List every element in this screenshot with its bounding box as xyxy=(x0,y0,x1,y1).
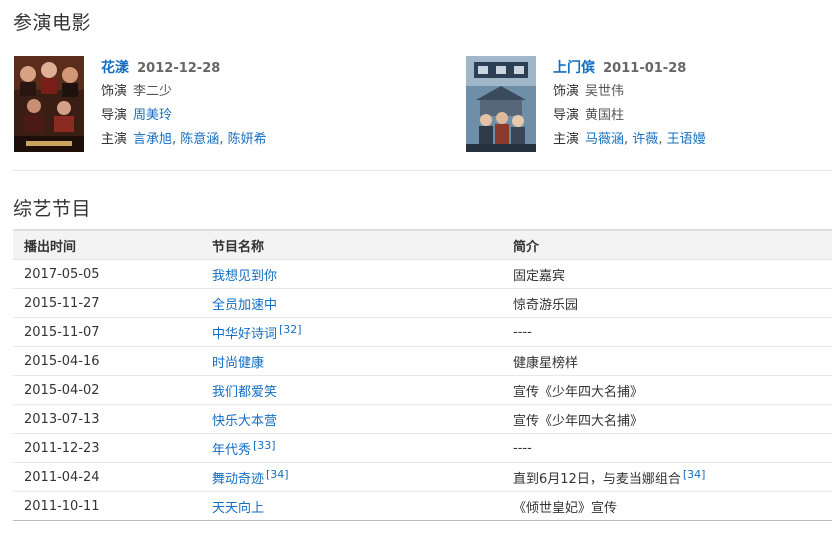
reference-link[interactable]: [32] xyxy=(279,323,302,336)
cast-link[interactable]: 王语嫚 xyxy=(667,132,706,147)
cast-link[interactable]: 马薇涵 xyxy=(585,132,624,147)
air-date: 2015-11-07 xyxy=(13,317,201,347)
film-info: 花漾 2012-12-28 饰演 李二少 导演 周美玲 主演 言承旭, 陈意涵, 陈妍… xyxy=(101,56,401,152)
program-link[interactable]: 天天向上 xyxy=(212,501,264,516)
column-header-date: 播出时间 xyxy=(13,230,201,260)
program-link[interactable]: 舞动奇迹 xyxy=(212,472,264,487)
table-row: 2011-04-24 舞动奇迹 [34] 直到6月12日，与麦当娜组合 [34] xyxy=(13,462,832,492)
description-cell: 直到6月12日，与麦当娜组合 [34] xyxy=(502,462,832,492)
director-value: 黄国柱 xyxy=(585,108,625,123)
variety-table: 播出时间 节目名称 简介 2017-05-05 我想见到你 固定嘉宾 2015-… xyxy=(13,229,832,521)
description: 宣传《少年四大名捕》 xyxy=(502,404,832,434)
column-header-description: 简介 xyxy=(502,230,832,260)
program-link[interactable]: 我们都爱笑 xyxy=(212,385,277,400)
film-title-row: 花漾 2012-12-28 xyxy=(101,56,401,80)
program-link[interactable]: 中华好诗词 xyxy=(212,327,277,342)
table-row: 2015-04-02 我们都爱笑 宣传《少年四大名捕》 xyxy=(13,375,832,405)
film-info: 上门傧 2011-01-28 饰演 吴世伟 导演 黄国柱 主演 马薇涵, 许薇, 王语… xyxy=(553,56,832,152)
director-label: 导演 xyxy=(101,108,128,123)
reference-link[interactable]: [34] xyxy=(683,468,706,481)
role-label: 饰演 xyxy=(101,84,128,99)
page: 参演电影 花漾 2012-12-28 饰演 李二少 导演 周美玲 主演 言承旭,… xyxy=(0,0,832,537)
program-link[interactable]: 快乐大本营 xyxy=(212,414,277,429)
air-date: 2017-05-05 xyxy=(13,259,201,289)
cast-link[interactable]: 陈妍希 xyxy=(228,132,267,147)
program-cell: 时尚健康 xyxy=(201,346,502,376)
table-row: 2011-10-11 天天向上 《倾世皇妃》宣传 xyxy=(13,492,832,521)
program-cell: 舞动奇迹 [34] xyxy=(201,462,502,492)
description: ---- xyxy=(502,433,832,463)
film-title-link[interactable]: 花漾 xyxy=(101,60,129,76)
description: 固定嘉宾 xyxy=(502,259,832,289)
table-row: 2015-11-07 中华好诗词 [32] ---- xyxy=(13,317,832,347)
air-date: 2015-04-02 xyxy=(13,375,201,405)
program-link[interactable]: 我想见到你 xyxy=(212,269,277,284)
table-header-row: 播出时间 节目名称 简介 xyxy=(13,230,832,260)
program-link[interactable]: 时尚健康 xyxy=(212,356,264,371)
film-cast-row: 主演 言承旭, 陈意涵, 陈妍希 xyxy=(101,128,401,152)
description: 健康星榜样 xyxy=(502,346,832,376)
air-date: 2011-10-11 xyxy=(24,498,100,514)
section-divider xyxy=(13,170,832,171)
program-link[interactable]: 全员加速中 xyxy=(212,298,277,313)
program-cell: 中华好诗词 [32] xyxy=(201,317,502,347)
film-director-row: 导演 黄国柱 xyxy=(553,104,832,128)
table-row: 2017-05-05 我想见到你 固定嘉宾 xyxy=(13,259,832,289)
description: ---- xyxy=(502,317,832,347)
description: 惊奇游乐园 xyxy=(502,288,832,318)
table-row: 2011-12-23 年代秀 [33] ---- xyxy=(13,433,832,463)
air-date: 2011-12-23 xyxy=(13,433,201,463)
film-cast-row: 主演 马薇涵, 许薇, 王语嫚 xyxy=(553,128,832,152)
film-poster[interactable] xyxy=(14,56,84,152)
program-cell: 天天向上 xyxy=(201,492,502,521)
reference-link[interactable]: [34] xyxy=(266,468,289,481)
film-title-row: 上门傧 2011-01-28 xyxy=(553,56,832,80)
air-date: 2015-04-16 xyxy=(13,346,201,376)
program-cell: 我们都爱笑 xyxy=(201,375,502,405)
program-link[interactable]: 年代秀 xyxy=(212,443,251,458)
cast-label: 主演 xyxy=(553,132,580,147)
description: 宣传《少年四大名捕》 xyxy=(502,375,832,405)
cast-separator: , xyxy=(658,132,667,147)
reference-link[interactable]: [33] xyxy=(253,439,276,452)
air-date: 2015-11-27 xyxy=(13,288,201,318)
films-section-title: 参演电影 xyxy=(13,12,92,34)
film-release-date: 2012-12-28 xyxy=(137,61,221,76)
role-label: 饰演 xyxy=(553,84,580,99)
table-row: 2015-11-27 全员加速中 惊奇游乐园 xyxy=(13,288,832,318)
program-cell: 年代秀 [33] xyxy=(201,433,502,463)
table-row: 2013-07-13 快乐大本营 宣传《少年四大名捕》 xyxy=(13,404,832,434)
film-poster[interactable] xyxy=(466,56,536,152)
film-role-row: 饰演 吴世伟 xyxy=(553,80,832,104)
film-title-link[interactable]: 上门傧 xyxy=(553,60,595,76)
program-cell: 全员加速中 xyxy=(201,288,502,318)
role-value: 吴世伟 xyxy=(585,84,625,99)
role-value: 李二少 xyxy=(133,84,173,99)
cast-link[interactable]: 言承旭 xyxy=(133,132,172,147)
film-director-row: 导演 周美玲 xyxy=(101,104,401,128)
air-date: 2011-04-24 xyxy=(13,462,201,492)
cast-link[interactable]: 许薇 xyxy=(632,132,658,147)
table-row: 2015-04-16 时尚健康 健康星榜样 xyxy=(13,346,832,376)
director-label: 导演 xyxy=(553,108,580,123)
air-date: 2013-07-13 xyxy=(13,404,201,434)
film-release-date: 2011-01-28 xyxy=(603,61,687,76)
variety-section-title: 综艺节目 xyxy=(13,198,92,220)
cast-separator: , xyxy=(219,132,228,147)
director-link[interactable]: 周美玲 xyxy=(133,108,172,123)
description: 直到6月12日，与麦当娜组合 xyxy=(513,471,681,487)
description: 《倾世皇妃》宣传 xyxy=(513,500,618,516)
program-cell: 我想见到你 xyxy=(201,259,502,289)
column-header-program: 节目名称 xyxy=(201,230,502,260)
cast-label: 主演 xyxy=(101,132,128,147)
cast-link[interactable]: 陈意涵 xyxy=(180,132,219,147)
film-role-row: 饰演 李二少 xyxy=(101,80,401,104)
program-cell: 快乐大本营 xyxy=(201,404,502,434)
